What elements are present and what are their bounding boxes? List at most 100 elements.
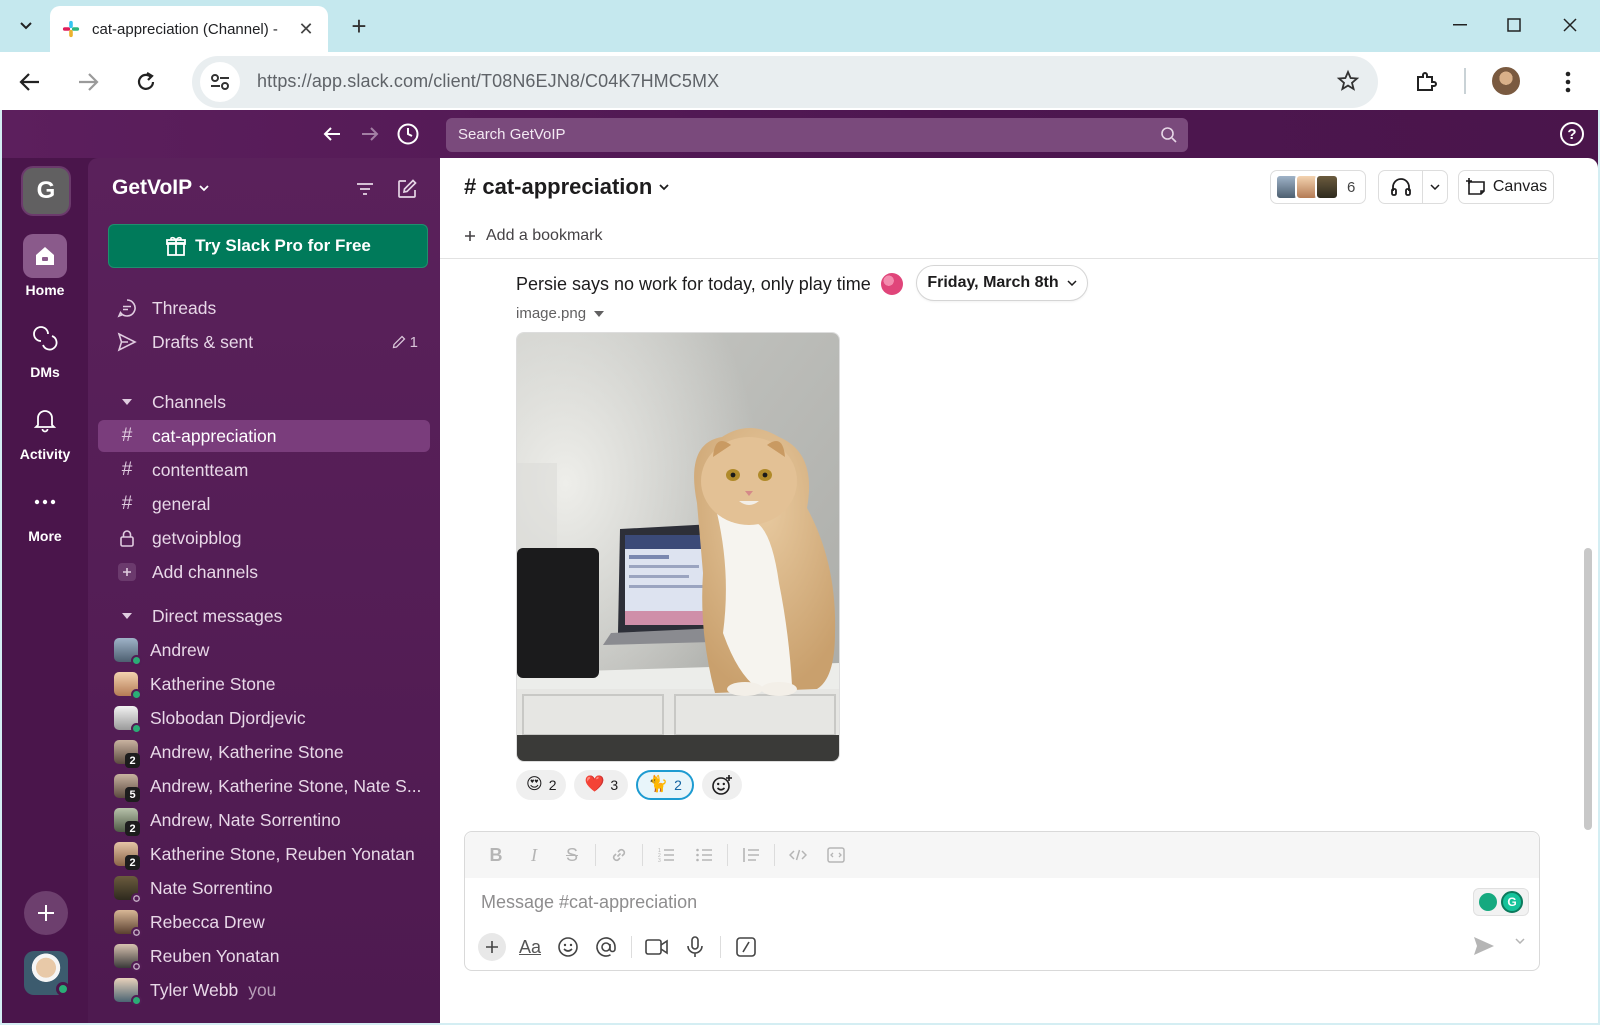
minimize-button[interactable] [1440, 10, 1480, 40]
ordered-list-icon[interactable]: 123 [647, 840, 685, 870]
attach-button[interactable] [473, 931, 511, 963]
tab-search-button[interactable] [10, 12, 42, 40]
browser-profile-avatar[interactable] [1490, 65, 1522, 97]
browser-menu-button[interactable] [1550, 64, 1586, 100]
try-slack-pro-button[interactable]: Try Slack Pro for Free [108, 224, 428, 268]
history-button[interactable] [394, 120, 422, 148]
reaction-count: 2 [674, 777, 682, 793]
sidebar-channel-getvoipblog[interactable]: getvoipblog [98, 522, 430, 554]
forward-button[interactable] [70, 64, 106, 100]
reload-button[interactable] [128, 64, 164, 100]
emoji-icon[interactable] [549, 931, 587, 963]
workspace-switcher[interactable]: G [23, 168, 69, 214]
tab-close-icon[interactable]: ✕ [296, 19, 316, 40]
dm-section-header[interactable]: Direct messages [98, 600, 430, 632]
file-name: image.png [516, 305, 587, 322]
history-back-button[interactable] [318, 120, 346, 148]
microphone-icon[interactable] [676, 931, 714, 963]
maximize-button[interactable] [1494, 10, 1534, 40]
address-bar[interactable]: https://app.slack.com/client/T08N6EJN8/C… [192, 56, 1378, 108]
rail-item-more[interactable]: More [2, 480, 88, 544]
svg-text:3: 3 [658, 858, 661, 863]
text-format-icon[interactable]: Aa [511, 931, 549, 963]
chevron-down-icon[interactable] [1515, 938, 1525, 944]
sidebar-group-dm[interactable]: 2 Andrew, Katherine Stone [98, 736, 430, 768]
add-reaction-button[interactable] [701, 770, 742, 800]
members-button[interactable]: 6 [1270, 170, 1366, 204]
dm-name: Reuben Yonatan [150, 945, 280, 966]
attached-image-cat[interactable] [516, 332, 840, 762]
link-icon[interactable] [600, 840, 638, 870]
sidebar-dm[interactable]: Reuben Yonatan [98, 940, 430, 972]
filter-button[interactable] [350, 174, 380, 204]
dm-name: Slobodan Djordjevic [150, 707, 306, 728]
video-clip-icon[interactable] [638, 931, 676, 963]
rail-item-activity[interactable]: Activity [2, 398, 88, 462]
history-forward-button[interactable] [356, 120, 384, 148]
grammarly-widget[interactable]: G [1473, 888, 1529, 916]
channel-title-button[interactable]: # cat-appreciation [464, 174, 670, 200]
channels-section-header[interactable]: Channels [98, 386, 430, 418]
compose-button[interactable] [392, 174, 422, 204]
sidebar-dm-self[interactable]: Tyler Webb you [98, 974, 430, 1006]
bullet-list-icon[interactable] [685, 840, 723, 870]
message-text: Persie says no work for today, only play… [516, 273, 903, 295]
rail-item-dms[interactable]: DMs [2, 316, 88, 380]
create-new-button[interactable] [24, 891, 68, 935]
sidebar-dm[interactable]: Nate Sorrentino [98, 872, 430, 904]
workspace-name-button[interactable]: GetVoIP [112, 176, 210, 200]
sidebar-group-dm[interactable]: 5 Andrew, Katherine Stone, Nate S... [98, 770, 430, 802]
sidebar-dm[interactable]: Andrew [98, 634, 430, 666]
sidebar-item-drafts[interactable]: Drafts & sent 1 [98, 326, 430, 358]
mention-icon[interactable] [587, 931, 625, 963]
toolbar-divider [631, 936, 632, 958]
sidebar-dm[interactable]: Rebecca Drew [98, 906, 430, 938]
browser-tab-bar: cat-appreciation (Channel) - ✕ + [0, 0, 1600, 52]
puzzle-icon [1417, 72, 1437, 91]
browser-tab-active[interactable]: cat-appreciation (Channel) - ✕ [50, 6, 328, 52]
sidebar-group-dm[interactable]: 2 Katherine Stone, Reuben Yonatan [98, 838, 430, 870]
sidebar-channel-cat-appreciation[interactable]: # cat-appreciation [98, 420, 430, 452]
sidebar-group-dm[interactable]: 2 Andrew, Nate Sorrentino [98, 804, 430, 836]
sidebar-dm[interactable]: Katherine Stone [98, 668, 430, 700]
rail-item-home[interactable]: Home [2, 234, 88, 298]
sidebar-item-threads[interactable]: Threads [98, 292, 430, 324]
sidebar-channel-contentteam[interactable]: # contentteam [98, 454, 430, 486]
reaction-heart-eyes[interactable]: 😍 2 [516, 770, 567, 800]
italic-icon[interactable]: I [515, 840, 553, 870]
reaction-cat[interactable]: 🐈 2 [636, 770, 694, 800]
you-label: you [248, 979, 277, 1000]
huddle-button[interactable] [1378, 170, 1448, 204]
site-info-button[interactable] [200, 62, 240, 102]
add-bookmark-button[interactable]: Add a bookmark [464, 227, 603, 245]
chevron-down-icon[interactable] [1423, 184, 1447, 190]
back-button[interactable] [12, 64, 48, 100]
code-block-icon[interactable] [817, 840, 855, 870]
star-icon[interactable] [1336, 69, 1360, 93]
date-divider-button[interactable]: Friday, March 8th [916, 265, 1088, 301]
extensions-button[interactable] [1408, 64, 1444, 100]
reaction-count: 2 [548, 777, 557, 793]
canvas-button[interactable]: Canvas [1458, 170, 1554, 204]
help-icon[interactable]: ? [1558, 120, 1586, 148]
bold-icon[interactable]: B [477, 840, 515, 870]
cat-emoji-icon: 🐈 [648, 776, 669, 793]
new-tab-button[interactable]: + [344, 12, 374, 40]
toolbar-divider [727, 844, 728, 866]
bell-icon [23, 398, 67, 442]
reaction-heart[interactable]: ❤️ 3 [574, 770, 629, 800]
send-icon[interactable] [1473, 936, 1495, 956]
strikethrough-icon[interactable]: S [553, 840, 591, 870]
blockquote-icon[interactable] [732, 840, 770, 870]
workspace-search[interactable]: Search GetVoIP [446, 118, 1188, 152]
code-icon[interactable] [779, 840, 817, 870]
file-name-toggle[interactable]: image.png [516, 305, 605, 322]
sidebar-dm[interactable]: Slobodan Djordjevic [98, 702, 430, 734]
add-channels-button[interactable]: Add channels [98, 556, 430, 588]
message-input[interactable]: Message #cat-appreciation [481, 892, 697, 913]
sidebar-channel-general[interactable]: # general [98, 488, 430, 520]
slash-command-icon[interactable] [727, 931, 765, 963]
headphones-icon[interactable] [1379, 171, 1423, 203]
close-window-button[interactable] [1550, 10, 1590, 40]
message-scrollbar[interactable] [1584, 548, 1592, 830]
